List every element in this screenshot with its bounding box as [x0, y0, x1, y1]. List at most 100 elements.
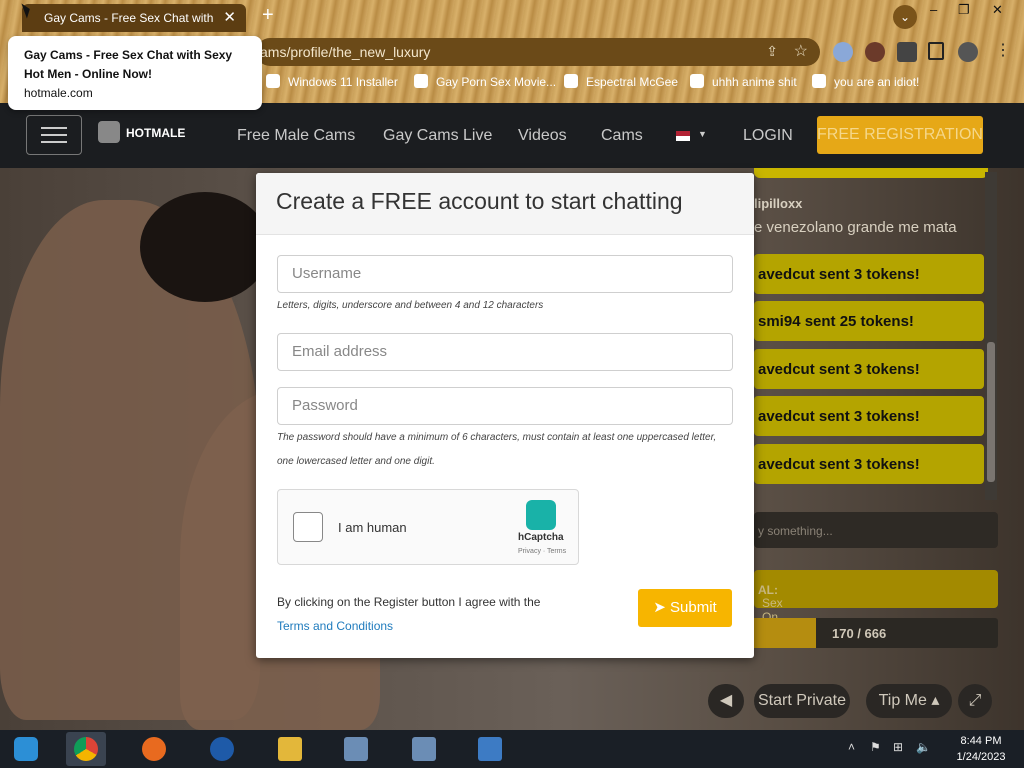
captcha-checkbox[interactable] [293, 512, 323, 542]
email-input[interactable] [290, 342, 714, 361]
start-button[interactable] [6, 732, 46, 766]
app-icon [210, 737, 234, 761]
bookmark-item[interactable]: Espectral McGee [564, 74, 678, 89]
puzzle-icon[interactable] [897, 42, 917, 62]
taskbar-installer[interactable] [336, 732, 376, 766]
hcaptcha-logo-icon [526, 500, 556, 530]
fullscreen-icon[interactable]: ⤢ [958, 684, 992, 718]
password-hint: The password should have a minimum of 6 … [277, 432, 717, 467]
window-icon [266, 74, 280, 88]
account-icon[interactable] [958, 42, 978, 62]
tooltip-domain: hotmale.com [24, 86, 93, 100]
sidebar-icon[interactable] [928, 42, 944, 60]
modal-title: Create a FREE account to start chatting [276, 188, 683, 214]
maximize-icon[interactable]: ❐ [958, 2, 970, 18]
chat-username: lipilloxx [754, 196, 803, 211]
goal-banner: AL: Sex On Train [754, 570, 998, 638]
username-input[interactable] [290, 264, 714, 283]
start-private-button[interactable]: Start Private [754, 684, 850, 718]
token-message: avedcut sent 3 tokens! [754, 254, 984, 294]
kebab-menu-icon[interactable]: ⋮ [995, 40, 1011, 60]
chat-message: e venezolano grande me mata [754, 219, 957, 236]
profile-extension-icon[interactable] [865, 42, 885, 62]
firefox-icon [142, 737, 166, 761]
tray-expand-icon[interactable]: ˄ [848, 740, 855, 754]
bookmark-star-icon[interactable]: ☆ [794, 41, 808, 61]
tab-close-icon[interactable]: ✕ [223, 8, 236, 26]
windows-taskbar: ˄ ⚑ ⊞ 🔈 8:44 PM 1/24/2023 [0, 730, 1024, 768]
windows-start-icon [14, 737, 38, 761]
tab-search-chevron-icon[interactable]: ⌄ [893, 5, 917, 29]
bookmark-item[interactable]: Windows 11 Installer [266, 74, 398, 89]
taskbar-firefox[interactable] [134, 732, 174, 766]
folder-icon [278, 737, 302, 761]
site-navbar: HOTMALE Free Male Cams Gay Cams Live Vid… [0, 103, 1024, 168]
installer-icon [412, 737, 436, 761]
action-center-flag-icon[interactable]: ⚑ [870, 740, 881, 754]
bookmark-item[interactable]: you are an idiot! [812, 74, 919, 89]
token-message: avedcut sent 3 tokens! [754, 444, 984, 484]
share-icon[interactable]: ⇪ [766, 43, 778, 60]
registration-modal: Create a FREE account to start chatting … [256, 173, 754, 658]
browser-tab[interactable]: Gay Cams - Free Sex Chat with S ✕ [22, 4, 246, 32]
us-flag-icon[interactable] [676, 131, 690, 141]
site-icon [414, 74, 428, 88]
logo-icon [98, 121, 120, 143]
tab-title: Gay Cams - Free Sex Chat with S [44, 11, 214, 25]
chat-scrollbar[interactable] [985, 172, 997, 500]
tip-me-button[interactable]: Tip Me ▴ [866, 684, 952, 718]
captcha-brand: hCaptcha [518, 532, 564, 543]
bookmark-item[interactable]: uhhh anime shit [690, 74, 797, 89]
free-registration-button[interactable]: FREE REGISTRATION [817, 116, 983, 154]
terms-link[interactable]: Terms and Conditions [277, 619, 393, 633]
captcha-terms-links[interactable]: Privacy · Terms [518, 548, 566, 555]
taskbar-image-viewer[interactable] [470, 732, 510, 766]
nav-gay-cams-live[interactable]: Gay Cams Live [383, 127, 492, 145]
site-logo[interactable]: HOTMALE [98, 121, 185, 143]
nav-cams[interactable]: Cams [601, 127, 643, 145]
nav-free-male-cams[interactable]: Free Male Cams [237, 127, 355, 145]
new-tab-icon[interactable]: + [262, 4, 274, 27]
network-icon[interactable]: ⊞ [893, 740, 903, 754]
hamburger-menu-icon[interactable] [26, 115, 82, 155]
goal-progress-text: 170 / 666 [832, 626, 887, 641]
volume-tray-icon[interactable]: 🔈 [916, 740, 931, 754]
scrollbar-thumb[interactable] [987, 342, 995, 482]
token-message: avedcut sent 3 tokens! [754, 349, 984, 389]
submit-button[interactable]: ➤ Submit [638, 589, 732, 627]
username-hint: Letters, digits, underscore and between … [277, 300, 544, 311]
taskbar-chrome[interactable] [66, 732, 106, 766]
password-input[interactable] [290, 396, 714, 415]
goal-progress-bar: 170 / 666 [754, 618, 998, 648]
volume-icon[interactable]: ◀ [708, 684, 744, 718]
password-field[interactable] [277, 387, 733, 425]
system-clock[interactable]: 8:44 PM 1/24/2023 [938, 733, 1024, 765]
window-close-icon[interactable]: ✕ [992, 2, 1003, 18]
photo-icon [478, 737, 502, 761]
chrome-icon [74, 737, 98, 761]
caret-down-icon[interactable]: ▼ [698, 129, 707, 139]
address-bar[interactable]: ams/profile/the_new_luxury ⇪ ☆ [256, 38, 820, 66]
chat-input[interactable]: y something... [754, 512, 998, 548]
taskbar-explorer[interactable] [270, 732, 310, 766]
taskbar-installer-2[interactable] [404, 732, 444, 766]
login-link[interactable]: LOGIN [743, 127, 793, 145]
tooltip-title: Gay Cams - Free Sex Chat with Sexy Hot M… [24, 48, 233, 81]
goal-progress-fill [754, 618, 816, 648]
send-icon: ➤ [653, 599, 666, 616]
email-field[interactable] [277, 333, 733, 371]
video-person-hair [140, 192, 270, 302]
nav-videos[interactable]: Videos [518, 127, 567, 145]
site-icon [564, 74, 578, 88]
username-field[interactable] [277, 255, 733, 293]
token-message: avedcut sent 3 tokens! [754, 396, 984, 436]
url-text: ams/profile/the_new_luxury [260, 44, 431, 60]
site-icon [690, 74, 704, 88]
chat-panel: lipilloxx e venezolano grande me mata av… [740, 168, 1000, 508]
minimize-icon[interactable]: – [930, 2, 937, 17]
taskbar-app[interactable] [202, 732, 242, 766]
extension-icon[interactable] [833, 42, 853, 62]
token-message: smi94 sent 25 tokens! [754, 301, 984, 341]
bookmark-item[interactable]: Gay Porn Sex Movie... [414, 74, 556, 89]
chat-message-bubble [754, 168, 988, 178]
